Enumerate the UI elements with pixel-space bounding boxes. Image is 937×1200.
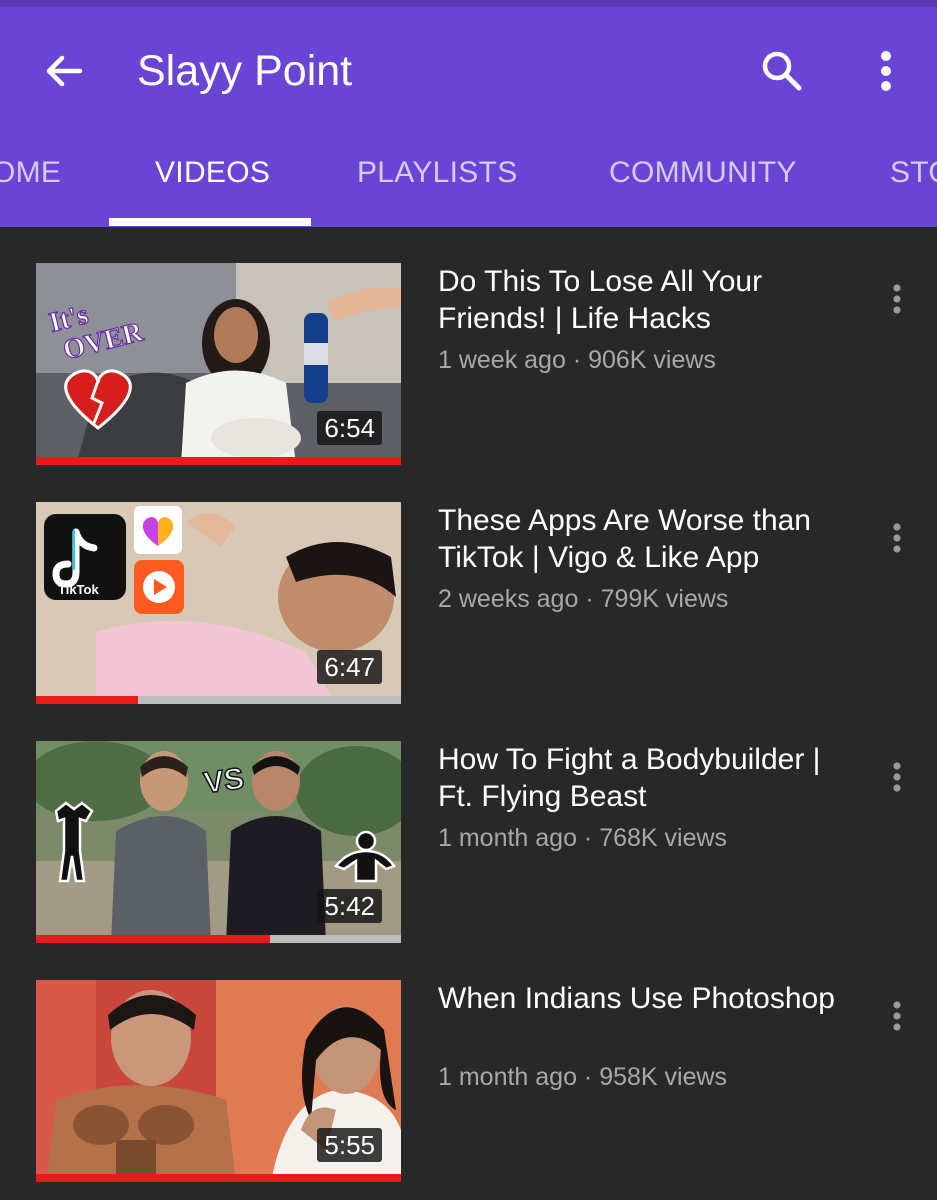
active-tab-indicator <box>109 218 311 226</box>
video-title[interactable]: These Apps Are Worse than TikTok | Vigo … <box>438 502 853 576</box>
video-thumbnail[interactable]: TikTok 6:47 <box>36 502 401 704</box>
watch-progress-track <box>36 457 401 465</box>
thumb-text-tiktok: TikTok <box>58 582 99 597</box>
video-duration: 5:42 <box>317 889 382 923</box>
more-options-button[interactable] <box>862 43 910 99</box>
tab-playlists[interactable]: PLAYLISTS <box>357 148 518 227</box>
watch-progress-track <box>36 935 401 943</box>
more-vertical-icon <box>881 51 891 91</box>
channel-tabs: OME VIDEOS PLAYLISTS COMMUNITY STO <box>0 148 937 227</box>
video-title[interactable]: How To Fight a Bodybuilder | Ft. Flying … <box>438 741 853 815</box>
channel-title: Slayy Point <box>137 47 353 95</box>
video-meta: 2 weeks ago · 799K views <box>438 585 729 613</box>
video-item[interactable]: 5:55 When Indians Use Photoshop 1 month … <box>0 980 937 1190</box>
watch-progress-track <box>36 1174 401 1182</box>
video-duration: 5:55 <box>317 1128 382 1162</box>
more-vertical-icon <box>893 1001 901 1031</box>
tab-home[interactable]: OME <box>0 148 61 227</box>
tab-videos[interactable]: VIDEOS <box>155 148 270 227</box>
thumb-text-vs: VS <box>202 762 246 800</box>
more-vertical-icon <box>893 523 901 553</box>
more-vertical-icon <box>893 762 901 792</box>
video-title[interactable]: When Indians Use Photoshop <box>438 980 853 1017</box>
tab-community[interactable]: COMMUNITY <box>609 148 797 227</box>
more-vertical-icon <box>893 284 901 314</box>
video-item[interactable]: TikTok 6:47 These Apps Are Worse than Ti… <box>0 502 937 712</box>
search-button[interactable] <box>754 43 810 99</box>
watch-progress-fill <box>36 935 270 943</box>
back-arrow-icon <box>46 55 83 87</box>
video-options-button[interactable] <box>880 279 914 319</box>
video-meta: 1 week ago · 906K views <box>438 346 716 374</box>
search-icon <box>762 51 802 91</box>
back-button[interactable] <box>38 45 90 97</box>
watch-progress-fill <box>36 457 401 465</box>
video-options-button[interactable] <box>880 518 914 558</box>
watch-progress-fill <box>36 696 139 704</box>
watch-progress-fill <box>36 1174 401 1182</box>
video-thumbnail[interactable]: 5:55 <box>36 980 401 1182</box>
watch-progress-track <box>36 696 401 704</box>
video-item[interactable]: It's OVER 6:54 Do This To Lose All Your … <box>0 263 937 473</box>
video-meta: 1 month ago · 958K views <box>438 1063 728 1091</box>
video-title[interactable]: Do This To Lose All Your Friends! | Life… <box>438 263 853 337</box>
video-thumbnail[interactable]: VS 5:42 <box>36 741 401 943</box>
video-duration: 6:47 <box>317 650 382 684</box>
video-item[interactable]: VS 5:42 How To Fight a Bodybuilder | Ft.… <box>0 741 937 951</box>
video-options-button[interactable] <box>880 757 914 797</box>
video-meta: 1 month ago · 768K views <box>438 824 728 852</box>
video-list: It's OVER 6:54 Do This To Lose All Your … <box>0 227 937 1200</box>
video-duration: 6:54 <box>317 411 382 445</box>
tab-store[interactable]: STO <box>890 148 937 227</box>
video-options-button[interactable] <box>880 996 914 1036</box>
video-thumbnail[interactable]: It's OVER 6:54 <box>36 263 401 465</box>
